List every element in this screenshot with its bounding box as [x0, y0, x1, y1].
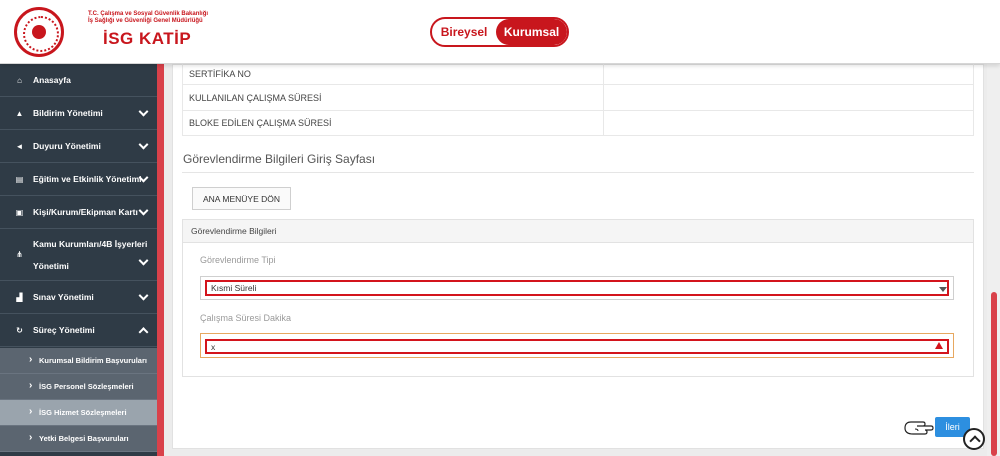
sidebar-item-label: Eğitim ve Etkinlik Yönetimi — [33, 174, 142, 184]
divider — [182, 172, 974, 173]
sidebar-rail — [157, 64, 164, 456]
sidebar-item-home[interactable]: ⌂ Anasayfa — [0, 64, 157, 97]
refresh-icon: ↻ — [16, 325, 23, 335]
assignment-type-label: Görevlendirme Tipi — [200, 255, 276, 265]
ministry-logo-icon — [14, 7, 64, 57]
back-to-menu-button[interactable]: ANA MENÜYE DÖN — [192, 187, 291, 210]
info-row-used-time: KULLANILAN ÇALIŞMA SÜRESİ — [182, 85, 974, 111]
sitemap-icon: ⋔ — [16, 250, 23, 259]
sidebar-item-training[interactable]: ▤ Eğitim ve Etkinlik Yönetimi — [0, 163, 157, 196]
user-type-toggle[interactable]: Bireysel Kurumsal — [430, 17, 569, 47]
info-row-label: KULLANILAN ÇALIŞMA SÜRESİ — [183, 85, 604, 110]
megaphone-icon: ◄ — [15, 141, 24, 151]
sidebar-item-public-institutions[interactable]: ⋔ Kamu Kurumları/4B İşyerleri Yönetimi — [0, 229, 157, 281]
pointing-hand-icon — [904, 421, 934, 435]
brand-title[interactable]: İSG KATİP — [103, 29, 191, 49]
sidebar-item-label: Anasayfa — [33, 75, 71, 85]
sidebar-item-label: Kişi/Kurum/Ekipman Kartı — [33, 207, 138, 217]
sidebar-subitem-label: Kurumsal Bildirim Başvuruları — [39, 356, 147, 365]
work-minutes-label: Çalışma Süresi Dakika — [200, 313, 292, 323]
sidebar-subitem-label: Yetki Belgesi Başvuruları — [39, 434, 129, 443]
home-icon: ⌂ — [17, 75, 22, 85]
section-title: Görevlendirme Bilgileri Giriş Sayfası — [183, 152, 376, 166]
sidebar-item-label: Bildirim Yönetimi — [33, 108, 103, 118]
sidebar-item-label-block: Kamu Kurumları/4B İşyerleri Yönetimi — [33, 233, 147, 277]
sidebar-subitem-service-contracts[interactable]: İSG Hizmet Sözleşmeleri — [0, 400, 157, 426]
assignment-type-value[interactable]: Kısmi Süreli — [205, 280, 949, 296]
bell-icon: ▲ — [15, 108, 24, 118]
sidebar-item-notifications[interactable]: ▲ Bildirim Yönetimi — [0, 97, 157, 130]
toggle-corporate[interactable]: Kurumsal — [496, 19, 567, 45]
board-icon: ▤ — [15, 174, 24, 184]
panel-title: Görevlendirme Bilgileri — [183, 220, 973, 243]
chevron-down-icon — [138, 205, 149, 216]
sidebar-item-label: Sınav Yönetimi — [33, 292, 94, 302]
sidebar-item-process[interactable]: ↻ Süreç Yönetimi — [0, 314, 157, 347]
chevron-down-icon — [138, 106, 149, 117]
toggle-individual[interactable]: Bireysel — [432, 19, 496, 45]
ministry-name: T.C. Çalışma ve Sosyal Güvenlik Bakanlığ… — [88, 11, 218, 25]
sidebar-subitem-authorization-applications[interactable]: Yetki Belgesi Başvuruları — [0, 426, 157, 452]
scrollbar-thumb[interactable] — [991, 292, 997, 456]
sidebar-item-label: Süreç Yönetimi — [33, 325, 95, 335]
sidebar-item-announcements[interactable]: ◄ Duyuru Yönetimi — [0, 130, 157, 163]
ministry-line-1: T.C. Çalışma ve Sosyal Güvenlik Bakanlığ… — [88, 11, 209, 17]
sidebar: ⌂ Anasayfa ▲ Bildirim Yönetimi ◄ Duyuru … — [0, 64, 164, 456]
chevron-down-icon — [138, 290, 149, 301]
page-scrollbar[interactable] — [987, 64, 1000, 456]
scroll-to-top-icon[interactable] — [963, 428, 985, 450]
sidebar-subitem-corporate-applications[interactable]: Kurumsal Bildirim Başvuruları — [0, 348, 157, 374]
work-minutes-highlight — [205, 339, 949, 354]
sidebar-item-label-line2: Yönetimi — [33, 260, 69, 271]
sidebar-item-cards[interactable]: ▣ Kişi/Kurum/Ekipman Kartı — [0, 196, 157, 229]
work-minutes-field[interactable] — [200, 333, 954, 358]
exam-icon: ▟ — [16, 292, 23, 302]
caret-down-icon — [939, 287, 947, 292]
id-card-icon: ▣ — [15, 207, 24, 217]
info-row-certificate: SERTİFİKA NO — [182, 64, 974, 85]
top-header: T.C. Çalışma ve Sosyal Güvenlik Bakanlığ… — [0, 0, 1000, 64]
info-row-label: SERTİFİKA NO — [183, 64, 604, 84]
warning-icon — [935, 342, 943, 349]
sidebar-item-label: Duyuru Yönetimi — [33, 141, 101, 151]
info-row-blocked-time: BLOKE EDİLEN ÇALIŞMA SÜRESİ — [182, 111, 974, 136]
sidebar-subitem-label: İSG Hizmet Sözleşmeleri — [39, 408, 127, 417]
sidebar-item-exams[interactable]: ▟ Sınav Yönetimi — [0, 281, 157, 314]
chevron-up-icon — [138, 327, 149, 338]
chevron-down-icon — [138, 139, 149, 150]
ministry-line-2: İş Sağlığı ve Güvenliği Genel Müdürlüğü — [88, 18, 203, 24]
sidebar-subitem-label: İSG Personel Sözleşmeleri — [39, 382, 134, 391]
sidebar-subitem-personnel-contracts[interactable]: İSG Personel Sözleşmeleri — [0, 374, 157, 400]
work-minutes-input[interactable] — [211, 341, 931, 352]
sidebar-item-label: Kamu Kurumları/4B İşyerleri — [33, 238, 148, 249]
assignment-type-select[interactable]: Kısmi Süreli — [200, 276, 954, 300]
info-row-label: BLOKE EDİLEN ÇALIŞMA SÜRESİ — [183, 111, 604, 135]
